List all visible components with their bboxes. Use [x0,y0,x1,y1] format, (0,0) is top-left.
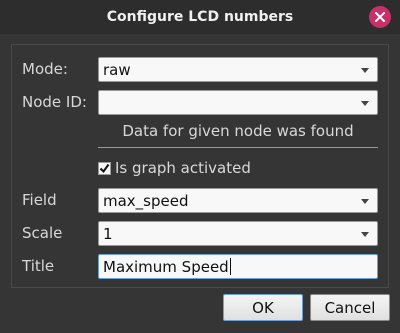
mode-select[interactable]: raw [98,57,378,82]
text-caret [229,258,231,275]
graph-checkbox-row[interactable]: Is graph activated [98,159,251,177]
chevron-down-icon [361,68,369,73]
node-id-label: Node ID: [22,93,87,111]
scale-select[interactable]: 1 [98,221,378,246]
field-label: Field [22,191,57,209]
node-info-text: Data for given node was found [122,122,354,140]
title-value: Maximum Speed [103,257,229,276]
title-bar: Configure LCD numbers [0,0,400,34]
scale-value: 1 [103,224,113,243]
mode-value: raw [103,60,131,79]
separator [98,147,378,148]
node-id-select[interactable] [98,90,378,115]
chevron-down-icon [361,101,369,106]
cancel-button[interactable]: Cancel [310,294,390,321]
close-icon [375,12,385,22]
configure-lcd-dialog: Configure LCD numbers Mode: raw Node ID:… [0,0,400,333]
title-input[interactable]: Maximum Speed [98,254,378,279]
ok-button[interactable]: OK [223,294,303,321]
chevron-down-icon [361,199,369,204]
field-value: max_speed [103,191,189,210]
close-button[interactable] [369,6,391,28]
field-select[interactable]: max_speed [98,188,378,213]
chevron-down-icon [361,232,369,237]
mode-label: Mode: [22,60,68,78]
graph-checkbox[interactable] [98,161,111,175]
form-panel: Mode: raw Node ID: Data for given node w… [11,44,389,288]
check-icon [99,163,110,173]
title-label: Title [22,257,55,275]
window-title: Configure LCD numbers [106,9,294,25]
graph-checkbox-label: Is graph activated [115,159,251,177]
scale-label: Scale [22,224,63,242]
